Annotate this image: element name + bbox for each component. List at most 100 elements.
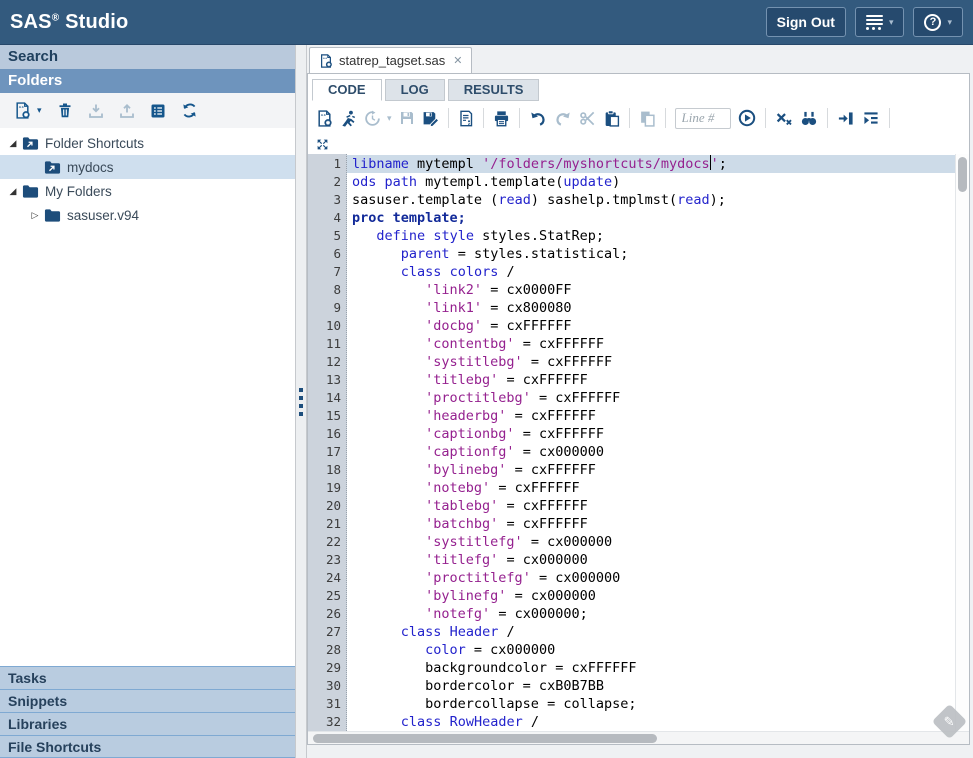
code-line: class colors / bbox=[352, 263, 955, 281]
code-editor[interactable]: 1234567891011121314151617181920212223242… bbox=[308, 154, 969, 744]
code-line: sasuser.template (read) sashelp.tmplmst(… bbox=[352, 191, 955, 209]
properties-button[interactable] bbox=[150, 103, 166, 119]
close-tab-icon[interactable]: ✕ bbox=[453, 54, 462, 67]
new-button[interactable]: ▾ bbox=[14, 102, 42, 119]
print-icon bbox=[493, 110, 510, 127]
line-number: 20 bbox=[308, 497, 341, 515]
format-code-button[interactable] bbox=[862, 110, 880, 127]
maximize-editor-button[interactable] bbox=[316, 138, 329, 151]
indent-button[interactable] bbox=[837, 110, 855, 127]
expand-toggle-icon[interactable]: ▷ bbox=[28, 210, 42, 221]
code-content[interactable]: libname mytempl '/folders/myshortcuts/my… bbox=[347, 154, 955, 731]
horizontal-scrollbar[interactable] bbox=[308, 731, 969, 744]
vertical-scrollbar[interactable] bbox=[955, 154, 969, 731]
tab-log[interactable]: LOG bbox=[385, 79, 445, 101]
code-line: 'notebg' = cxFFFFFF bbox=[352, 479, 955, 497]
save-as-icon bbox=[422, 110, 439, 127]
section-libraries[interactable]: Libraries bbox=[0, 712, 295, 735]
refresh-button[interactable] bbox=[181, 102, 198, 119]
line-number: 32 bbox=[308, 713, 341, 731]
code-line: proc template; bbox=[352, 209, 955, 227]
cut-icon bbox=[579, 110, 596, 127]
undo-button[interactable] bbox=[529, 110, 547, 127]
download-button bbox=[88, 103, 104, 119]
code-line: 'tablebg' = cxFFFFFF bbox=[352, 497, 955, 515]
section-tasks[interactable]: Tasks bbox=[0, 666, 295, 689]
tree-item-label: Folder Shortcuts bbox=[45, 136, 144, 151]
code-line: 'batchbg' = cxFFFFFF bbox=[352, 515, 955, 533]
upload-button bbox=[119, 103, 135, 119]
vertical-scrollbar-thumb[interactable] bbox=[958, 157, 967, 192]
clear-code-button[interactable] bbox=[775, 110, 793, 127]
print-button[interactable] bbox=[493, 110, 510, 127]
cut-button bbox=[579, 110, 596, 127]
submission-history-icon bbox=[364, 110, 381, 127]
find-button[interactable] bbox=[800, 110, 818, 127]
toolbar-separator bbox=[519, 108, 520, 128]
paste-button[interactable] bbox=[603, 110, 620, 127]
upload-icon bbox=[119, 103, 135, 119]
line-number-input[interactable] bbox=[675, 108, 731, 129]
line-number: 26 bbox=[308, 605, 341, 623]
delete-icon bbox=[57, 102, 73, 119]
code-line: define style styles.StatRep; bbox=[352, 227, 955, 245]
app-header: SAS® Studio Sign Out ▾ ? ▾ bbox=[0, 0, 973, 45]
tree-item-my-folders[interactable]: ◢ My Folders bbox=[0, 179, 295, 203]
code-line: ods path mytempl.template(update) bbox=[352, 173, 955, 191]
program-summary-icon bbox=[458, 110, 474, 127]
line-number: 23 bbox=[308, 551, 341, 569]
toolbar-separator bbox=[665, 108, 666, 128]
help-menu-button[interactable]: ? ▾ bbox=[913, 7, 963, 37]
line-number: 14 bbox=[308, 389, 341, 407]
new-program-button[interactable] bbox=[316, 110, 333, 127]
chevron-down-icon: ▾ bbox=[37, 105, 42, 116]
go-to-line-button[interactable] bbox=[738, 109, 756, 127]
code-line: 'proctitlebg' = cxFFFFFF bbox=[352, 389, 955, 407]
tree-item-folder-shortcuts[interactable]: ◢ Folder Shortcuts bbox=[0, 131, 295, 155]
line-number: 16 bbox=[308, 425, 341, 443]
program-summary-button[interactable] bbox=[458, 110, 474, 127]
tree-item-sasuser-v94[interactable]: ▷sasuser.v94 bbox=[0, 203, 295, 227]
redo-icon bbox=[554, 110, 572, 127]
shortcut-folder-icon bbox=[22, 136, 39, 150]
section-search[interactable]: Search bbox=[0, 45, 295, 69]
collapse-toggle-icon[interactable]: ◢ bbox=[6, 186, 20, 197]
section-file-shortcuts[interactable]: File Shortcuts bbox=[0, 735, 295, 758]
code-line: 'notefg' = cx000000; bbox=[352, 605, 955, 623]
line-number: 12 bbox=[308, 353, 341, 371]
line-number: 19 bbox=[308, 479, 341, 497]
sign-out-button[interactable]: Sign Out bbox=[766, 7, 846, 37]
redo-button bbox=[554, 110, 572, 127]
code-line: 'docbg' = cxFFFFFF bbox=[352, 317, 955, 335]
tab-code[interactable]: CODE bbox=[312, 79, 382, 101]
application-menu-button[interactable]: ▾ bbox=[855, 7, 905, 37]
run-button[interactable] bbox=[340, 110, 357, 127]
navigation-pane: Search Folders ▾ ◢ Folder Shortcuts mydocs… bbox=[0, 45, 295, 758]
collapse-toggle-icon[interactable]: ◢ bbox=[6, 138, 20, 149]
code-line: parent = styles.statistical; bbox=[352, 245, 955, 263]
tree-item-label: My Folders bbox=[45, 184, 112, 199]
tree-item-mydocs[interactable]: mydocs bbox=[0, 155, 295, 179]
undo-icon bbox=[529, 110, 547, 127]
chevron-down-icon: ▾ bbox=[889, 17, 894, 28]
delete-button[interactable] bbox=[57, 102, 73, 119]
app-title: SAS® Studio bbox=[10, 11, 128, 34]
line-number: 25 bbox=[308, 587, 341, 605]
horizontal-scrollbar-thumb[interactable] bbox=[313, 734, 657, 743]
run-icon bbox=[340, 110, 357, 127]
work-area: statrep_tagset.sas ✕ CODELOGRESULTS ▾ 12… bbox=[307, 45, 973, 758]
format-code-icon bbox=[862, 110, 880, 127]
pencil-icon: ✎ bbox=[944, 714, 955, 730]
document-tab[interactable]: statrep_tagset.sas ✕ bbox=[309, 47, 472, 73]
tab-results[interactable]: RESULTS bbox=[448, 79, 540, 101]
view-tabs: CODELOGRESULTS bbox=[308, 74, 969, 101]
section-snippets[interactable]: Snippets bbox=[0, 689, 295, 712]
editor-toolbar: ▾ bbox=[308, 101, 969, 135]
code-line: 'titlefg' = cx000000 bbox=[352, 551, 955, 569]
sidebar-splitter[interactable] bbox=[295, 45, 307, 758]
section-folders[interactable]: Folders bbox=[0, 69, 295, 93]
find-icon bbox=[800, 110, 818, 127]
save-as-button[interactable] bbox=[422, 110, 439, 127]
line-number: 28 bbox=[308, 641, 341, 659]
line-number: 22 bbox=[308, 533, 341, 551]
